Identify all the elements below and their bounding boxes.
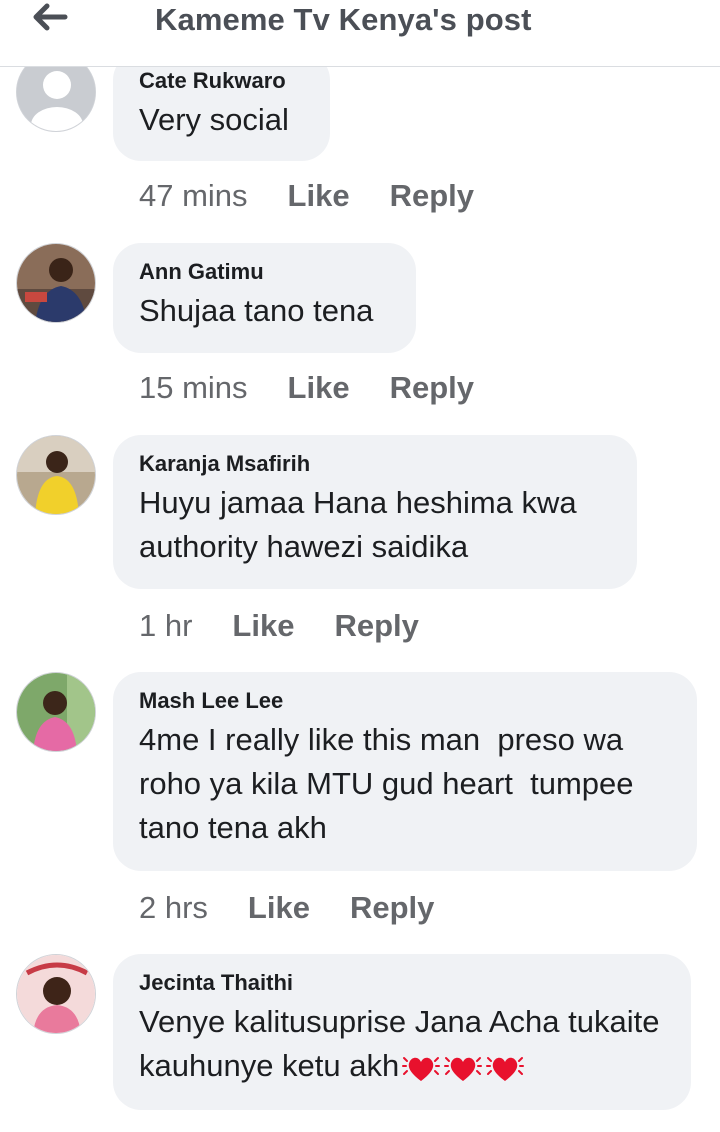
profile-photo-icon: [17, 673, 95, 751]
beating-heart-icon: [402, 1056, 441, 1081]
avatar[interactable]: [16, 954, 96, 1034]
back-button[interactable]: [28, 0, 72, 34]
comment-time[interactable]: 1 hr: [139, 608, 192, 644]
profile-photo-icon: [17, 955, 95, 1033]
comment-author[interactable]: Ann Gatimu: [139, 259, 390, 285]
like-button[interactable]: Like: [232, 608, 294, 644]
comment-time[interactable]: 15 mins: [139, 370, 248, 406]
page-title: Kameme Tv Kenya's post: [155, 2, 532, 37]
comment-actions: 47 mins Like Reply: [139, 176, 514, 216]
comment-author[interactable]: Jecinta Thaithi: [139, 970, 665, 996]
avatar[interactable]: [16, 672, 96, 752]
beating-heart-icon: [444, 1056, 483, 1081]
profile-photo-icon: [17, 244, 95, 322]
top-bar: Kameme Tv Kenya's post: [0, 0, 720, 67]
reply-button[interactable]: Reply: [334, 608, 418, 644]
profile-photo-icon: [17, 436, 95, 514]
comment-author[interactable]: Cate Rukwaro: [139, 68, 304, 94]
comment-bubble[interactable]: Mash Lee Lee 4me I really like this man …: [113, 672, 697, 871]
comment-text: Very social: [139, 102, 289, 137]
comment-bubble[interactable]: Cate Rukwaro Very social: [113, 52, 330, 161]
like-button[interactable]: Like: [288, 370, 350, 406]
reply-button[interactable]: Reply: [390, 370, 474, 406]
comment-actions: 2 hrs Like Reply: [139, 888, 474, 928]
comment-bubble[interactable]: Karanja Msafirih Huyu jamaa Hana heshima…: [113, 435, 637, 589]
beating-heart-icon: [486, 1056, 525, 1081]
comment-actions: 1 hr Like Reply: [139, 606, 459, 646]
back-arrow-icon: [33, 3, 68, 31]
comment-text: 4me I really like this man preso wa roho…: [139, 722, 643, 845]
comment-time[interactable]: 2 hrs: [139, 890, 208, 926]
reply-button[interactable]: Reply: [350, 890, 434, 926]
comment-text: Venye kalitusuprise Jana Acha tukaite ka…: [139, 1000, 665, 1088]
reply-button[interactable]: Reply: [390, 178, 474, 214]
comment-text: Huyu jamaa Hana heshima kwa authority ha…: [139, 485, 577, 564]
like-button[interactable]: Like: [288, 178, 350, 214]
comment-actions: 15 mins Like Reply: [139, 368, 514, 408]
comment-bubble[interactable]: Jecinta Thaithi Venye kalitusuprise Jana…: [113, 954, 691, 1110]
emoji-row: [399, 1048, 525, 1083]
comment-author[interactable]: Karanja Msafirih: [139, 451, 611, 477]
avatar[interactable]: [16, 435, 96, 515]
like-button[interactable]: Like: [248, 890, 310, 926]
comment-bubble[interactable]: Ann Gatimu Shujaa tano tena: [113, 243, 416, 353]
avatar[interactable]: [16, 243, 96, 323]
comment-author[interactable]: Mash Lee Lee: [139, 688, 671, 714]
comment-time[interactable]: 47 mins: [139, 178, 248, 214]
comment-text: Shujaa tano tena: [139, 293, 374, 328]
